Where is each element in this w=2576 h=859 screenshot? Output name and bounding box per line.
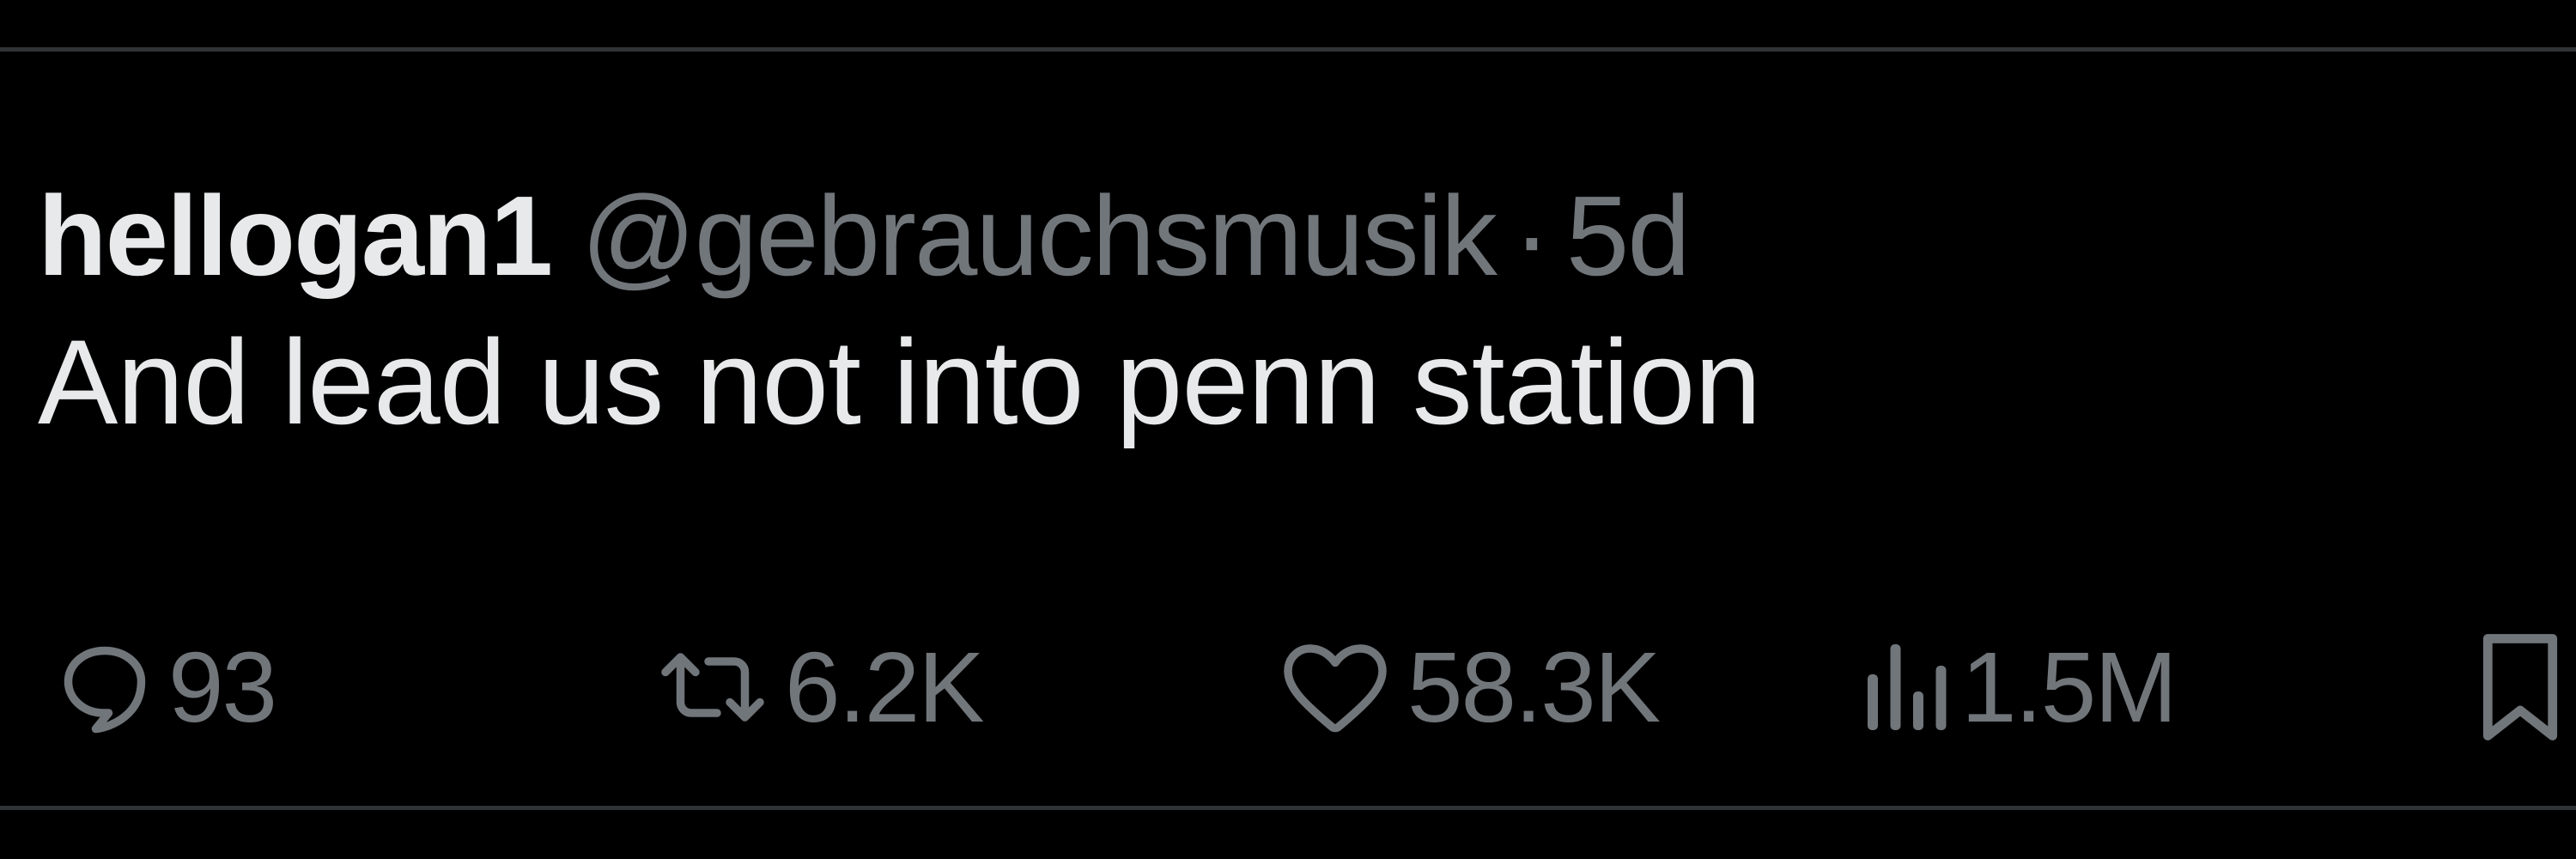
like-count: 58.3K [1407, 631, 1661, 743]
tweet-actions: 93 6.2K 58.3K 1.5M [0, 618, 2576, 756]
reply-icon [53, 636, 156, 739]
like-button[interactable]: 58.3K [1275, 618, 1661, 756]
view-count: 1.5M [1961, 631, 2178, 743]
retweet-button[interactable]: 6.2K [653, 618, 985, 756]
views-icon [1863, 636, 1949, 739]
reply-count: 93 [168, 631, 277, 743]
reply-button[interactable]: 93 [53, 618, 277, 756]
tweet-header: hellogan1 @gebrauchsmusik · 5d [38, 172, 1691, 301]
bookmark-icon [2473, 627, 2567, 747]
bottom-divider [0, 806, 2576, 810]
views-button[interactable]: 1.5M [1863, 618, 2178, 756]
display-name[interactable]: hellogan1 [38, 173, 553, 299]
tweet[interactable]: hellogan1 @gebrauchsmusik · 5d And lead us… [0, 52, 2576, 806]
user-handle[interactable]: @gebrauchsmusik [581, 173, 1498, 299]
heart-icon [1275, 636, 1395, 739]
header-separator: · [1512, 173, 1551, 299]
tweet-timestamp[interactable]: 5d [1566, 173, 1691, 299]
retweet-count: 6.2K [785, 631, 985, 743]
tweet-text: And lead us not into penn station [38, 314, 1761, 449]
bookmark-button[interactable] [2473, 618, 2567, 756]
retweet-icon [653, 636, 773, 739]
